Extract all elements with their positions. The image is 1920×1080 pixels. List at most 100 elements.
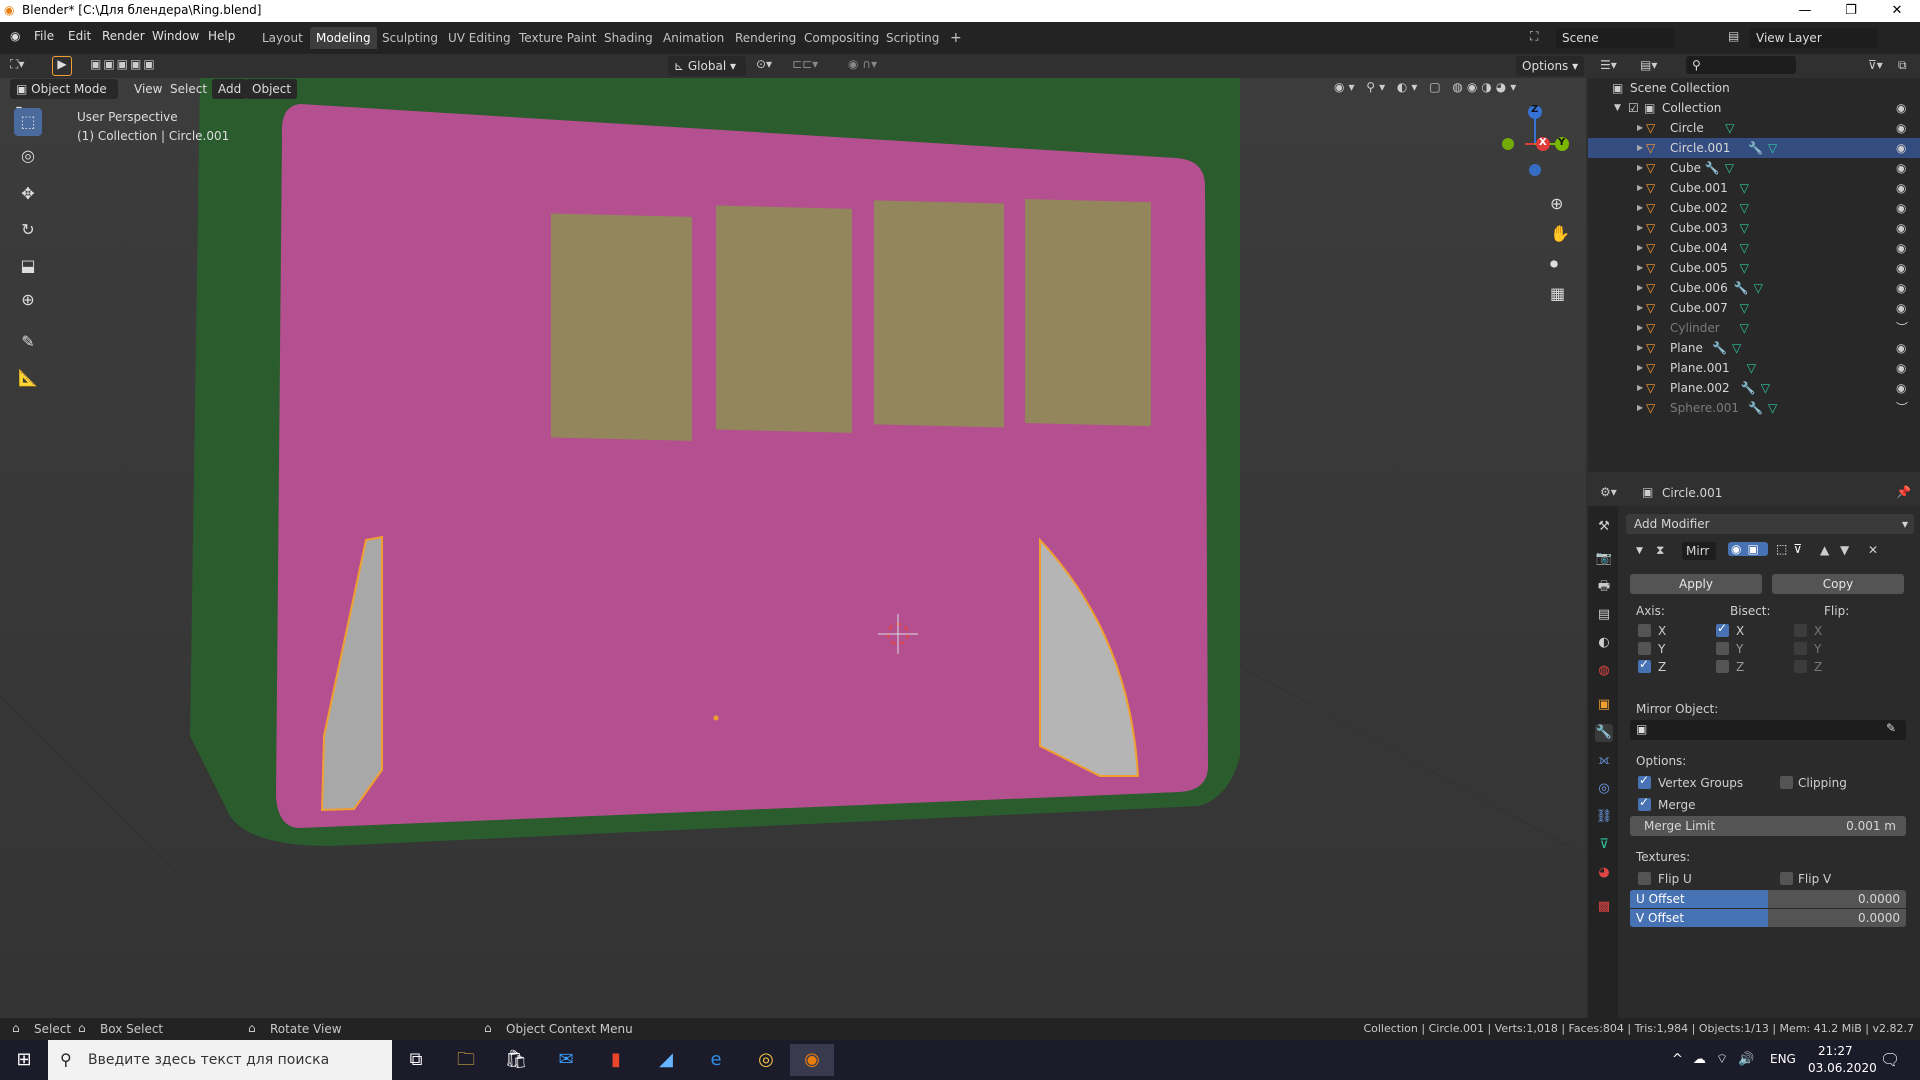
mode-selector[interactable]: ▣ Object Mode ▾ <box>10 79 118 116</box>
pan-hand-icon[interactable]: ✋ <box>1550 224 1570 243</box>
axis-y-checkbox[interactable] <box>1638 642 1651 655</box>
modifier-collapse-icon[interactable]: ▼ <box>1636 546 1643 556</box>
eye-icon[interactable]: ◉ <box>1896 258 1906 278</box>
properties-editor-icon[interactable]: ⚙▾ <box>1600 485 1617 499</box>
menu-object[interactable]: Object <box>246 79 298 99</box>
remove-modifier-icon[interactable]: ✕ <box>1868 543 1878 557</box>
blender-menu-icon[interactable]: ◉ <box>10 29 20 43</box>
navigation-gizmo[interactable]: Z X Y <box>1490 96 1570 176</box>
close-button[interactable]: ✕ <box>1874 0 1920 22</box>
notifications-icon[interactable]: 🗨 <box>1880 1050 1900 1069</box>
minimize-button[interactable]: — <box>1782 0 1828 22</box>
wrench-icon[interactable]: 🔧 <box>1705 158 1720 178</box>
tab-scripting[interactable]: Scripting <box>880 27 945 49</box>
selection-mode-icons[interactable]: ▣▣▣▣▣ <box>90 57 157 71</box>
modifier-name-field[interactable]: Mirr <box>1682 542 1716 560</box>
menu-edit[interactable]: Edit <box>68 29 91 43</box>
axis-z-checkbox[interactable] <box>1638 657 1651 673</box>
mesh-data-icon[interactable]: ▽ <box>1761 378 1770 398</box>
expand-arrow-icon[interactable]: ▶ <box>1637 178 1643 198</box>
outliner-item[interactable]: ▶ ▽ Plane.002 🔧 ▽ ◉ <box>1588 378 1920 398</box>
object-tab-icon[interactable]: ▣ <box>1595 696 1613 714</box>
expand-arrow-icon[interactable]: ▶ <box>1637 138 1643 158</box>
mesh-data-icon[interactable]: ▽ <box>1740 318 1749 338</box>
wrench-icon[interactable]: 🔧 <box>1712 338 1727 358</box>
camera-view-icon[interactable]: ⏺ <box>1550 254 1558 274</box>
wrench-icon[interactable]: 🔧 <box>1741 378 1756 398</box>
merge-limit-field[interactable]: Merge Limit 0.001 m <box>1630 816 1906 836</box>
outliner-item[interactable]: ▶ ▽ Cube.005 ▽ ◉ <box>1588 258 1920 278</box>
office-icon[interactable]: ▮ <box>596 1044 636 1076</box>
edge-icon[interactable]: e <box>696 1044 736 1076</box>
start-button-icon[interactable]: ⊞ <box>4 1044 44 1076</box>
tool-tab-icon[interactable]: ⚒ <box>1595 518 1613 536</box>
annotate-tool[interactable]: ✎ <box>14 328 42 356</box>
scene-collection-row[interactable]: ▣ Scene Collection <box>1588 78 1920 98</box>
blender-taskbar-icon[interactable]: ◉ <box>790 1044 834 1076</box>
chrome-icon[interactable]: ◎ <box>746 1044 786 1076</box>
outliner-item[interactable]: ▶ ▽ Cube.003 ▽ ◉ <box>1588 218 1920 238</box>
view-layer-tab-icon[interactable]: ▤ <box>1595 606 1613 624</box>
outliner-item[interactable]: ▶ ▽ Cube.007 ▽ ◉ <box>1588 298 1920 318</box>
expand-arrow-icon[interactable]: ▶ <box>1637 398 1643 418</box>
ortho-grid-icon[interactable]: ▦ <box>1550 284 1565 303</box>
mirror-object-field[interactable]: ▣ ✎ <box>1630 720 1906 740</box>
copy-button[interactable]: Copy <box>1772 574 1904 594</box>
clock-date[interactable]: 03.06.2020 <box>1808 1061 1877 1075</box>
outliner-item[interactable]: ▶ ▽ Cube.002 ▽ ◉ <box>1588 198 1920 218</box>
move-down-icon[interactable]: ▼ <box>1840 543 1849 557</box>
tray-icons[interactable]: ^☁⌔🔊 <box>1672 1051 1764 1067</box>
move-up-icon[interactable]: ▲ <box>1820 543 1829 557</box>
bisect-z-checkbox[interactable] <box>1716 660 1729 673</box>
add-workspace-button[interactable]: + <box>944 27 968 49</box>
outliner-item[interactable]: ▶ ▽ Cube.004 ▽ ◉ <box>1588 238 1920 258</box>
expand-arrow-icon[interactable]: ▶ <box>1637 338 1643 358</box>
expand-arrow-icon[interactable]: ▶ <box>1637 278 1643 298</box>
outliner-item[interactable]: ▶ ▽ Circle ▽ ◉ <box>1588 118 1920 138</box>
eye-icon[interactable]: ◉ <box>1896 238 1906 258</box>
modifier-display-icons[interactable]: ◉▣ <box>1728 542 1768 556</box>
eye-icon[interactable]: ◉ <box>1896 158 1906 178</box>
eye-icon[interactable]: ◉ <box>1896 178 1906 198</box>
proportional-edit-icon[interactable]: ◉ ∩▾ <box>848 57 877 71</box>
taskbar-search[interactable]: ⚲ Введите здесь текст для поиска <box>48 1040 392 1080</box>
outliner-item[interactable]: ▶ ▽ Cube.001 ▽ ◉ <box>1588 178 1920 198</box>
eye-icon[interactable]: ◉ <box>1896 358 1906 378</box>
menu-help[interactable]: Help <box>208 29 235 43</box>
eye-icon[interactable]: ◉ <box>1896 118 1906 138</box>
constraints-tab-icon[interactable]: ⛓ <box>1595 808 1613 826</box>
language-indicator[interactable]: ENG <box>1770 1052 1796 1066</box>
mesh-data-icon[interactable]: ▽ <box>1747 358 1756 378</box>
tab-shading[interactable]: Shading <box>598 27 659 49</box>
menu-view[interactable]: View <box>128 79 168 99</box>
flip-v-checkbox[interactable] <box>1780 872 1793 885</box>
store-icon[interactable]: 🛍 <box>496 1044 536 1076</box>
tab-uv-editing[interactable]: UV Editing <box>442 27 517 49</box>
world-tab-icon[interactable]: ◍ <box>1595 662 1613 680</box>
app-icon[interactable]: ◢ <box>646 1044 686 1076</box>
menu-select[interactable]: Select <box>164 79 213 99</box>
pin-icon[interactable]: 📌 <box>1896 485 1911 499</box>
outliner-item[interactable]: ▶ ▽ Sphere.001 🔧 ▽ ︶ <box>1588 398 1920 418</box>
eyedropper-icon[interactable]: ✎ <box>1886 721 1896 735</box>
snap-icon[interactable]: ⊏⊏▾ <box>792 57 818 71</box>
eye-icon[interactable]: ◉ <box>1896 278 1906 298</box>
mesh-data-icon[interactable]: ▽ <box>1725 158 1734 178</box>
zoom-icon[interactable]: ⊕ <box>1550 194 1563 213</box>
task-view-icon[interactable]: ⧉ <box>396 1044 436 1076</box>
tab-compositing[interactable]: Compositing <box>798 27 885 49</box>
expand-arrow-icon[interactable]: ▶ <box>1637 198 1643 218</box>
menu-render[interactable]: Render <box>102 29 145 43</box>
move-tool[interactable]: ✥ <box>14 180 42 208</box>
axis-x-checkbox[interactable] <box>1638 624 1651 637</box>
eye-icon[interactable]: ◉ <box>1896 378 1906 398</box>
eye-icon[interactable]: ◉ <box>1896 298 1906 318</box>
outliner-item[interactable]: ▶ ▽ Cylinder ▽ ︶ <box>1588 318 1920 338</box>
collection-row[interactable]: ▼ ☑ ▣ Collection ◉ <box>1588 98 1920 118</box>
eye-icon[interactable]: ◉ <box>1896 218 1906 238</box>
tab-layout[interactable]: Layout <box>256 27 309 49</box>
expand-arrow-icon[interactable]: ▶ <box>1637 298 1643 318</box>
scale-tool[interactable]: ⬓ <box>14 252 42 280</box>
collection-expand-icon[interactable]: ▼ <box>1614 98 1621 118</box>
view-layer-selector[interactable]: View Layer <box>1750 28 1878 48</box>
